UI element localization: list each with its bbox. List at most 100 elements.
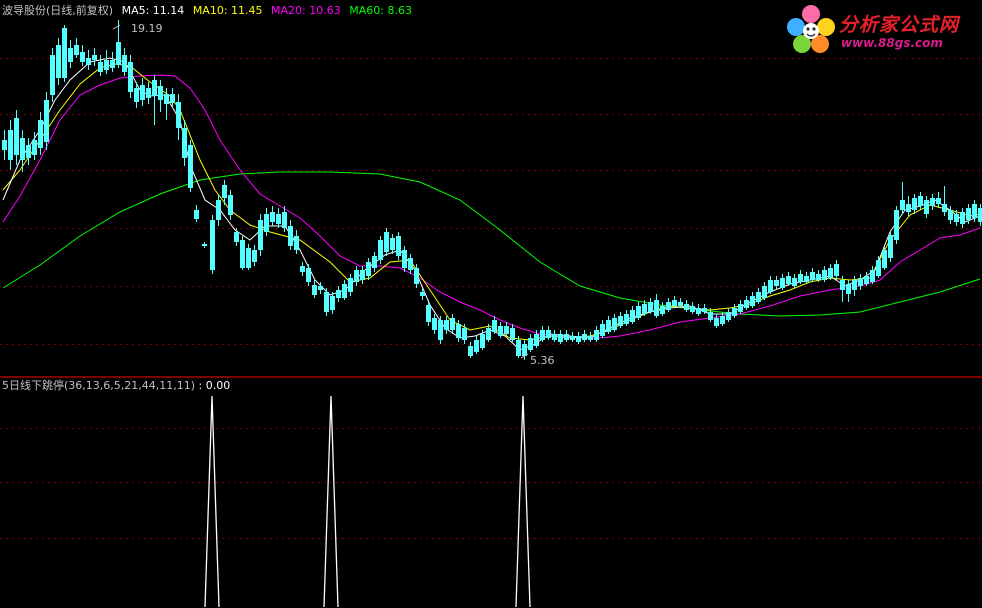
candle-body [122, 55, 127, 72]
candle-body [170, 94, 175, 103]
candle-body [510, 328, 515, 340]
candle-body [384, 232, 389, 252]
candle-body [8, 130, 13, 160]
candle-body [158, 86, 163, 100]
stock-chart[interactable]: 波导股份(日线,前复权) MA5: 11.14 MA10: 11.45 MA20… [0, 0, 982, 608]
candle-body [552, 334, 557, 340]
candle-body [846, 284, 851, 294]
candle-body [152, 80, 157, 96]
candle-body [528, 338, 533, 350]
candle-body [342, 284, 347, 298]
candle-body [270, 212, 275, 222]
candle-body [480, 334, 485, 348]
candle-body [164, 94, 169, 104]
signal-spike [204, 395, 220, 608]
candle-body [642, 304, 647, 314]
candle-body [98, 62, 103, 72]
candle-body [182, 128, 187, 158]
candle-body [146, 88, 151, 98]
candle-body [378, 240, 383, 260]
candle-body [252, 250, 257, 262]
candle-body [894, 210, 899, 240]
candle-body [720, 316, 725, 324]
candle-body [50, 55, 55, 95]
candle-body [918, 196, 923, 206]
candle-body [870, 270, 875, 282]
candle-body [74, 45, 79, 55]
ma5-line [2, 57, 981, 351]
candle-body [390, 238, 395, 250]
candle-body [972, 204, 977, 218]
candle-body [92, 55, 97, 60]
candle-body [840, 280, 845, 290]
candle-body [558, 334, 563, 342]
candle-body [306, 268, 311, 282]
candle-body [738, 304, 743, 312]
candle-body [294, 236, 299, 250]
candle-body [246, 248, 251, 268]
sub-legend: 5日线下跳停(36,13,6,5,21,44,11,11) : 0.00 [2, 378, 230, 394]
candle-body [570, 336, 575, 340]
candle-body [210, 220, 215, 270]
candle-body [522, 344, 527, 356]
candle-body [128, 62, 133, 92]
candle-body [140, 85, 145, 100]
sub-indicator-label: 5日线下跳停(36,13,6,5,21,44,11,11) [2, 379, 196, 392]
candle-body [672, 300, 677, 306]
candle-body [600, 324, 605, 336]
candle-body [726, 312, 731, 320]
candle-body [498, 326, 503, 336]
candle-body [576, 336, 581, 342]
ma60-line [2, 171, 981, 317]
candle-body [104, 60, 109, 70]
candle-body [324, 292, 329, 312]
ma20-line [2, 74, 981, 339]
candle-body [444, 320, 449, 330]
candle-body [630, 310, 635, 322]
candle-body [786, 276, 791, 284]
candle-body [960, 212, 965, 224]
candle-body [966, 208, 971, 220]
candle-body [312, 285, 317, 295]
candle-body [864, 276, 869, 284]
candle-body [486, 328, 491, 340]
candle-body [930, 198, 935, 206]
low-price-label: 5.36 [530, 354, 555, 367]
candle-body [456, 324, 461, 338]
candle-body [756, 292, 761, 302]
candle-body [276, 214, 281, 224]
candle-body [438, 320, 443, 340]
candle-body [432, 318, 437, 330]
candle-body [216, 200, 221, 220]
candle-body [606, 320, 611, 332]
candle-body [540, 330, 545, 340]
candle-body [68, 48, 73, 62]
candle-body [768, 280, 773, 292]
candle-body [822, 270, 827, 280]
candle-body [258, 220, 263, 250]
candle-body [696, 308, 701, 314]
candle-body [774, 280, 779, 286]
watermark-site-name: 分析家公式网 [839, 14, 960, 36]
candle-body [2, 140, 7, 150]
candle-body [86, 58, 91, 65]
watermark-logo: 分析家公式网 www.88gs.com [783, 2, 979, 58]
signal-spike [323, 395, 339, 608]
candle-body [194, 210, 199, 219]
candle-body [228, 195, 233, 215]
candle-body [80, 52, 85, 62]
candle-body [300, 266, 305, 272]
candle-body [234, 232, 239, 242]
candle-body [116, 42, 121, 65]
candle-body [402, 250, 407, 268]
candle-body [708, 312, 713, 320]
candle-body [858, 278, 863, 286]
candle-body [654, 300, 659, 316]
candle-body [624, 314, 629, 324]
candle-body [134, 88, 139, 102]
candle-body [924, 200, 929, 214]
candle-body [588, 336, 593, 340]
chart-canvas[interactable]: 19.19 5.36 [0, 0, 982, 608]
candle-body [912, 198, 917, 210]
candle-body [780, 278, 785, 288]
